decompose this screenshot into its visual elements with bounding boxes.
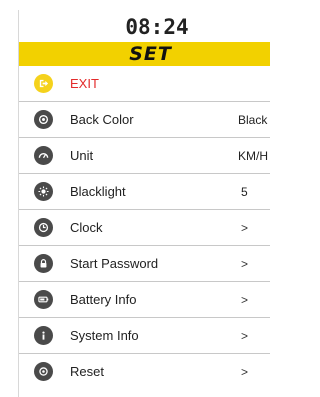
- chevron-right-icon: >: [241, 256, 249, 271]
- settings-screen: 08:24 SET EXIT Back Color Black Unit KM/…: [18, 10, 270, 397]
- menu-item-label: EXIT: [70, 76, 99, 91]
- menu-item-label: Unit: [70, 148, 94, 163]
- page-title: SET: [19, 42, 270, 66]
- menu-item-back-color[interactable]: Back Color Black: [19, 102, 270, 138]
- menu-item-label: Back Color: [70, 112, 134, 127]
- chevron-right-icon: >: [241, 328, 249, 343]
- menu-item-value: KM/H: [238, 148, 268, 163]
- palette-icon: [34, 110, 53, 129]
- menu-item-label: Blacklight: [70, 184, 126, 199]
- menu-item-battery-info[interactable]: Battery Info >: [19, 282, 270, 318]
- chevron-right-icon: >: [241, 364, 249, 379]
- menu-item-clock[interactable]: Clock >: [19, 210, 270, 246]
- settings-menu: EXIT Back Color Black Unit KM/H Blacklig…: [19, 66, 270, 389]
- menu-item-label: System Info: [70, 328, 139, 343]
- menu-item-reset[interactable]: Reset >: [19, 354, 270, 389]
- reset-icon: [34, 362, 53, 381]
- menu-item-start-password[interactable]: Start Password >: [19, 246, 270, 282]
- menu-item-unit[interactable]: Unit KM/H: [19, 138, 270, 174]
- chevron-right-icon: >: [241, 220, 249, 235]
- menu-item-value: 5: [241, 184, 248, 199]
- menu-item-label: Start Password: [70, 256, 159, 271]
- lock-icon: [34, 254, 53, 273]
- speedometer-icon: [34, 146, 53, 165]
- menu-item-exit[interactable]: EXIT: [19, 66, 270, 102]
- menu-item-label: Clock: [70, 220, 103, 235]
- info-icon: [34, 326, 53, 345]
- battery-icon: [34, 290, 53, 309]
- sun-icon: [34, 182, 53, 201]
- exit-icon: [34, 74, 53, 93]
- menu-item-label: Battery Info: [70, 292, 137, 307]
- chevron-right-icon: >: [241, 292, 249, 307]
- menu-item-value: Black: [238, 112, 268, 127]
- clock-display: 08:24: [125, 15, 189, 39]
- menu-item-system-info[interactable]: System Info >: [19, 318, 270, 354]
- menu-item-label: Reset: [70, 364, 104, 379]
- menu-item-blacklight[interactable]: Blacklight 5: [19, 174, 270, 210]
- clock-icon: [34, 218, 53, 237]
